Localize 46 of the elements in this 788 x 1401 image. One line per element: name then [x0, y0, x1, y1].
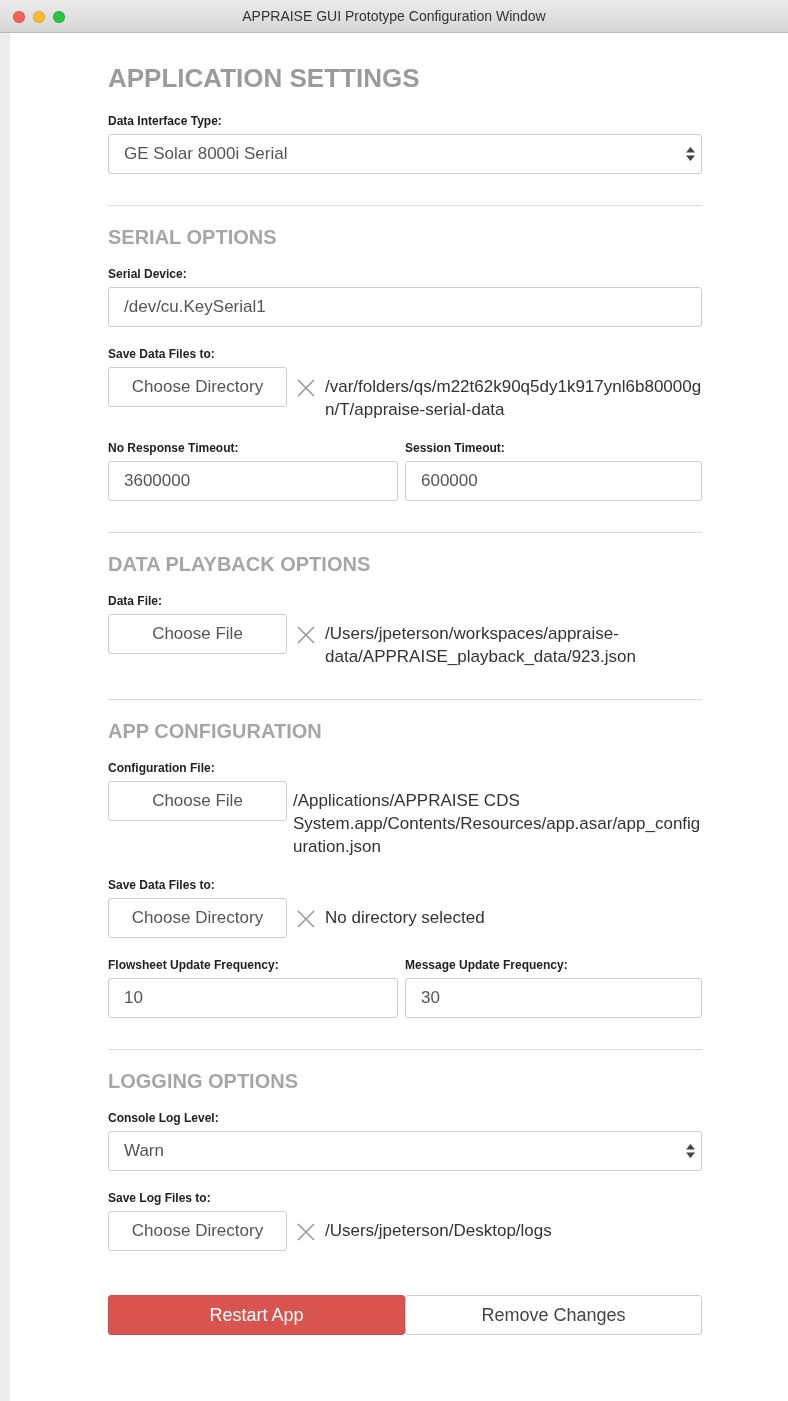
select-field[interactable]: Warn [108, 1131, 702, 1171]
input-field[interactable]: 3600000 [108, 461, 398, 501]
maximize-icon[interactable] [53, 11, 65, 23]
section-heading: DATA PLAYBACK OPTIONS [108, 553, 372, 576]
field-label: Data Interface Type: [108, 114, 223, 128]
clear-icon[interactable] [297, 379, 315, 397]
remove-changes-button[interactable]: Remove Changes [405, 1295, 702, 1335]
choose-button[interactable]: Choose File [108, 781, 287, 821]
section-heading: LOGGING OPTIONS [108, 1070, 299, 1093]
clear-icon[interactable] [297, 910, 315, 928]
section-heading: SERIAL OPTIONS [108, 226, 278, 249]
field-label: Flowsheet Update Frequency: [108, 958, 280, 972]
field-label: Data File: [108, 594, 163, 608]
file-path: No directory selected [325, 907, 485, 929]
input-field[interactable]: 30 [405, 978, 702, 1018]
input-field[interactable]: 600000 [405, 461, 702, 501]
file-path: /Users/jpeterson/workspaces/appraise-data/APPRAISE_playback_data/923.json [325, 623, 637, 668]
field-label: Save Data Files to: [108, 878, 216, 892]
choose-button[interactable]: Choose Directory [108, 367, 287, 407]
file-path: /Applications/APPRAISE CDS System.app/Contents/Resources/app.asar/app_configuration.json [293, 790, 702, 858]
page-heading: APPLICATION SETTINGS [108, 63, 421, 94]
section-heading: APP CONFIGURATION [108, 720, 323, 743]
clear-icon[interactable] [297, 1223, 315, 1241]
file-path: /Users/jpeterson/Desktop/logs [325, 1220, 552, 1242]
field-label: Serial Device: [108, 267, 188, 281]
field-label: Save Data Files to: [108, 347, 216, 361]
dropdown-arrows-icon [686, 1144, 695, 1158]
window-title: APPRAISE GUI Prototype Configuration Window [242, 8, 546, 24]
field-label: Session Timeout: [405, 441, 506, 455]
field-label: No Response Timeout: [108, 441, 240, 455]
choose-button[interactable]: Choose Directory [108, 1211, 287, 1251]
file-path: /var/folders/qs/m22t62k90q5dy1k917ynl6b80000gn/T/appraise-serial-data [325, 376, 702, 421]
dropdown-arrows-icon [686, 147, 695, 161]
field-label: Configuration File: [108, 761, 216, 775]
clear-icon[interactable] [297, 626, 315, 644]
minimize-icon[interactable] [33, 11, 45, 23]
field-label: Message Update Frequency: [405, 958, 569, 972]
select-field[interactable]: GE Solar 8000i Serial [108, 134, 702, 174]
input-field[interactable]: /dev/cu.KeySerial1 [108, 287, 702, 327]
choose-button[interactable]: Choose Directory [108, 898, 287, 938]
field-label: Console Log Level: [108, 1111, 220, 1125]
close-icon[interactable] [13, 11, 25, 23]
input-field[interactable]: 10 [108, 978, 398, 1018]
choose-button[interactable]: Choose File [108, 614, 287, 654]
field-label: Save Log Files to: [108, 1191, 212, 1205]
restart-button[interactable]: Restart App [108, 1295, 405, 1335]
